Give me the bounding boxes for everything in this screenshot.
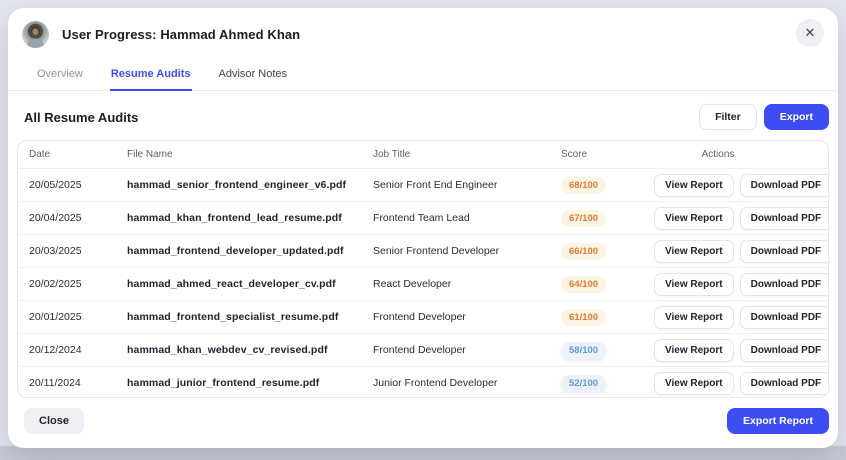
score-badge: 61/100 [561,309,606,326]
modal-title: User Progress: Hammad Ahmed Khan [62,27,300,42]
table-body: 20/05/2025 hammad_senior_frontend_engine… [18,168,828,398]
view-report-button[interactable]: View Report [654,273,734,296]
score-badge: 58/100 [561,342,606,359]
view-report-button[interactable]: View Report [654,306,734,329]
view-report-button[interactable]: View Report [654,339,734,362]
download-pdf-button[interactable]: Download PDF [740,207,829,230]
tab-resume-audits[interactable]: Resume Audits [110,64,192,91]
audit-file-name: hammad_junior_frontend_resume.pdf [127,377,373,389]
modal-header: User Progress: Hammad Ahmed Khan ✕ [8,8,838,54]
filter-button[interactable]: Filter [699,104,757,130]
tab-bar: Overview Resume Audits Advisor Notes [8,54,838,91]
column-header-score: Score [561,149,654,160]
column-header-file: File Name [127,149,373,160]
close-icon[interactable]: ✕ [796,19,824,47]
score-badge: 66/100 [561,243,606,260]
score-badge: 67/100 [561,210,606,227]
score-badge: 64/100 [561,276,606,293]
audit-date: 20/03/2025 [29,245,127,257]
resume-audits-table: Date File Name Job Title Score Actions 2… [17,140,829,398]
table-header-row: Date File Name Job Title Score Actions [18,141,828,168]
view-report-button[interactable]: View Report [654,372,734,395]
export-button[interactable]: Export [764,104,829,130]
section-heading: All Resume Audits [24,110,138,125]
download-pdf-button[interactable]: Download PDF [740,306,829,329]
section-actions: Filter Export [699,104,829,130]
audit-date: 20/12/2024 [29,344,127,356]
modal-footer: Close Export Report [8,398,838,448]
audit-file-name: hammad_ahmed_react_developer_cv.pdf [127,278,373,290]
user-progress-modal: User Progress: Hammad Ahmed Khan ✕ Overv… [8,8,838,448]
view-report-button[interactable]: View Report [654,240,734,263]
audit-file-name: hammad_khan_webdev_cv_revised.pdf [127,344,373,356]
download-pdf-button[interactable]: Download PDF [740,273,829,296]
audit-date: 20/01/2025 [29,311,127,323]
person-photo-icon [22,21,49,48]
audit-file-name: hammad_senior_frontend_engineer_v6.pdf [127,179,373,191]
audit-file-name: hammad_frontend_specialist_resume.pdf [127,311,373,323]
audit-date: 20/05/2025 [29,179,127,191]
column-header-actions: Actions [654,149,782,160]
audit-job-title: React Developer [373,278,561,290]
table-row: 20/01/2025 hammad_frontend_specialist_re… [18,300,828,333]
download-pdf-button[interactable]: Download PDF [740,339,829,362]
audit-job-title: Frontend Developer [373,344,561,356]
view-report-button[interactable]: View Report [654,207,734,230]
score-badge: 52/100 [561,375,606,392]
audit-job-title: Frontend Team Lead [373,212,561,224]
table-row: 20/05/2025 hammad_senior_frontend_engine… [18,168,828,201]
audit-job-title: Junior Frontend Developer [373,377,561,389]
audit-job-title: Senior Frontend Developer [373,245,561,257]
close-button[interactable]: Close [24,408,84,434]
tab-advisor-notes[interactable]: Advisor Notes [218,64,288,91]
tab-overview[interactable]: Overview [36,64,84,91]
audit-file-name: hammad_khan_frontend_lead_resume.pdf [127,212,373,224]
score-badge: 68/100 [561,177,606,194]
audit-file-name: hammad_frontend_developer_updated.pdf [127,245,373,257]
column-header-date: Date [29,149,127,160]
export-report-button[interactable]: Export Report [727,408,829,434]
table-row: 20/04/2025 hammad_khan_frontend_lead_res… [18,201,828,234]
table-row: 20/03/2025 hammad_frontend_developer_upd… [18,234,828,267]
audit-job-title: Senior Front End Engineer [373,179,561,191]
audit-job-title: Frontend Developer [373,311,561,323]
table-row: 20/02/2025 hammad_ahmed_react_developer_… [18,267,828,300]
view-report-button[interactable]: View Report [654,174,734,197]
download-pdf-button[interactable]: Download PDF [740,174,829,197]
section-bar: All Resume Audits Filter Export [8,91,838,140]
download-pdf-button[interactable]: Download PDF [740,372,829,395]
user-avatar [22,21,49,48]
audit-date: 20/02/2025 [29,278,127,290]
audit-date: 20/11/2024 [29,377,127,389]
table-row: 20/11/2024 hammad_junior_frontend_resume… [18,366,828,398]
table-row: 20/12/2024 hammad_khan_webdev_cv_revised… [18,333,828,366]
column-header-job: Job Title [373,149,561,160]
audit-date: 20/04/2025 [29,212,127,224]
download-pdf-button[interactable]: Download PDF [740,240,829,263]
